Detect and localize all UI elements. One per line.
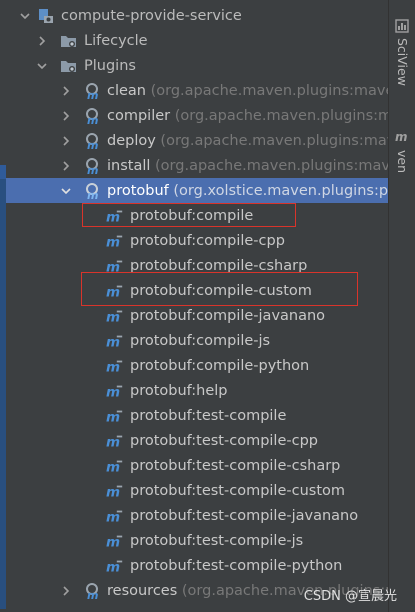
plugin-name: protobuf	[107, 182, 169, 199]
tree-row-goal[interactable]: m protobuf:test-compile	[0, 403, 388, 428]
maven-projects-tree: compute-provide-service Lifecycle Plugin…	[0, 0, 388, 612]
root-label: compute-provide-service	[61, 7, 242, 24]
goal-label: protobuf:test-compile-javanano	[130, 507, 359, 524]
plugin-name: clean	[107, 82, 146, 99]
right-tool-window-bar: SciView m ven	[388, 0, 415, 612]
chevron-right-icon[interactable]	[60, 85, 72, 97]
maven-goal-icon: m	[106, 232, 124, 250]
maven-tool-icon[interactable]: m	[394, 128, 410, 144]
plugin-name: deploy	[107, 132, 156, 149]
maven-goal-icon: m	[106, 407, 124, 425]
plugin-coordinates: (org.apache.maven.plugins:maven-cl	[150, 82, 388, 99]
maven-goal-icon: m	[106, 307, 124, 325]
folder-gear-icon	[60, 57, 78, 75]
tree-row-goal[interactable]: m protobuf:test-compile-csharp	[0, 453, 388, 478]
chevron-right-icon[interactable]	[60, 585, 72, 597]
plugin-coordinates: (org.apache.maven.plugins:maven-dep	[160, 132, 388, 149]
goal-label: protobuf:test-compile-js	[130, 532, 304, 549]
maven-plugin-icon: m	[84, 132, 102, 150]
goal-label: protobuf:test-compile-csharp	[130, 457, 341, 474]
plugin-label: compiler (org.apache.maven.plugins:maven	[107, 108, 388, 124]
tree-row-goal[interactable]: m protobuf:test-compile-cpp	[0, 428, 388, 453]
chevron-down-icon[interactable]	[19, 10, 31, 22]
highlight-box-compile-custom	[81, 272, 358, 306]
maven-tab[interactable]: ven	[395, 150, 410, 173]
plugin-label: install (org.apache.maven.plugins:maven-…	[107, 158, 388, 174]
left-edge-accent-lower	[0, 179, 6, 609]
goal-label: protobuf:test-compile	[130, 407, 287, 424]
goal-label: protobuf:test-compile-cpp	[130, 432, 318, 449]
tree-row-goal[interactable]: m protobuf:help	[0, 378, 388, 403]
plugin-coordinates: (org.apache.maven.plugins:maven-in	[155, 157, 388, 174]
plugin-label: protobuf (org.xolstice.maven.plugins:pro…	[107, 183, 388, 199]
plugin-label: deploy (org.apache.maven.plugins:maven-d…	[107, 133, 388, 149]
maven-plugin-icon: m	[84, 157, 102, 175]
tree-row-root[interactable]: compute-provide-service	[0, 3, 388, 28]
plugins-label: Plugins	[84, 57, 136, 74]
maven-plugin-icon: m	[84, 582, 102, 600]
chevron-right-icon[interactable]	[36, 35, 48, 47]
left-edge-accent	[0, 165, 6, 179]
maven-goal-icon: m	[106, 382, 124, 400]
goal-label: protobuf:compile-python	[130, 357, 310, 374]
chevron-down-icon[interactable]	[36, 60, 48, 72]
chevron-down-icon[interactable]	[60, 185, 72, 197]
maven-goal-icon: m	[106, 457, 124, 475]
goal-label: protobuf:test-compile-custom	[130, 482, 346, 499]
sciview-tab[interactable]: SciView	[395, 38, 410, 86]
svg-text:m: m	[87, 139, 98, 150]
tree-row-lifecycle[interactable]: Lifecycle	[0, 28, 388, 53]
plugin-name: resources	[107, 582, 178, 599]
maven-goal-icon: m	[106, 557, 124, 575]
svg-text:m: m	[87, 189, 98, 200]
tree-row-plugin-compiler[interactable]: m compiler (org.apache.maven.plugins:mav…	[0, 103, 388, 128]
plugin-name: install	[107, 157, 151, 174]
maven-module-icon	[37, 7, 55, 25]
tree-row-plugin-install[interactable]: m install (org.apache.maven.plugins:mave…	[0, 153, 388, 178]
tree-row-plugin-deploy[interactable]: m deploy (org.apache.maven.plugins:maven…	[0, 128, 388, 153]
maven-goal-icon: m	[106, 332, 124, 350]
tree-row-goal[interactable]: m protobuf:compile-javanano	[0, 303, 388, 328]
chevron-right-icon[interactable]	[60, 110, 72, 122]
tree-row-goal[interactable]: m protobuf:compile-js	[0, 328, 388, 353]
goal-label: protobuf:test-compile-python	[130, 557, 343, 574]
highlight-box-compile	[82, 203, 296, 227]
svg-text:m: m	[87, 589, 98, 600]
tree-row-plugin-clean[interactable]: m clean (org.apache.maven.plugins:maven-…	[0, 78, 388, 103]
goal-label: protobuf:help	[130, 382, 228, 399]
sciview-icon[interactable]	[394, 18, 410, 34]
plugin-coordinates: (org.apache.maven.plugins:maven	[174, 107, 388, 124]
svg-text:m: m	[87, 164, 98, 175]
tree-row-plugin-protobuf[interactable]: m protobuf (org.xolstice.maven.plugins:p…	[0, 178, 388, 203]
svg-text:m: m	[395, 130, 408, 144]
tree-row-goal[interactable]: m protobuf:test-compile-custom	[0, 478, 388, 503]
goal-label: protobuf:compile-js	[130, 332, 271, 349]
svg-text:m: m	[87, 114, 98, 125]
tree-row-goal[interactable]: m protobuf:compile-cpp	[0, 228, 388, 253]
tree-row-plugins[interactable]: Plugins	[0, 53, 388, 78]
plugin-name: compiler	[107, 107, 171, 124]
lifecycle-label: Lifecycle	[84, 32, 148, 49]
plugin-label: clean (org.apache.maven.plugins:maven-cl	[107, 83, 388, 99]
watermark: CSDN @宣晨光	[303, 589, 397, 604]
tree-row-goal[interactable]: m protobuf:test-compile-js	[0, 528, 388, 553]
chevron-right-icon[interactable]	[60, 160, 72, 172]
maven-plugin-icon: m	[84, 82, 102, 100]
maven-goal-icon: m	[106, 482, 124, 500]
maven-goal-icon: m	[106, 532, 124, 550]
svg-text:m: m	[87, 89, 98, 100]
tree-row-goal[interactable]: m protobuf:test-compile-javanano	[0, 503, 388, 528]
maven-plugin-icon: m	[84, 107, 102, 125]
chevron-right-icon[interactable]	[60, 135, 72, 147]
goal-label: protobuf:compile-cpp	[130, 232, 285, 249]
goal-label: protobuf:compile-javanano	[130, 307, 326, 324]
plugin-coordinates: (org.xolstice.maven.plugins:proto	[173, 182, 388, 199]
maven-goal-icon: m	[106, 507, 124, 525]
folder-gear-icon	[60, 32, 78, 50]
tree-row-goal[interactable]: m protobuf:test-compile-python	[0, 553, 388, 578]
maven-plugin-icon: m	[84, 182, 102, 200]
maven-goal-icon: m	[106, 432, 124, 450]
tree-row-goal[interactable]: m protobuf:compile-python	[0, 353, 388, 378]
maven-goal-icon: m	[106, 357, 124, 375]
